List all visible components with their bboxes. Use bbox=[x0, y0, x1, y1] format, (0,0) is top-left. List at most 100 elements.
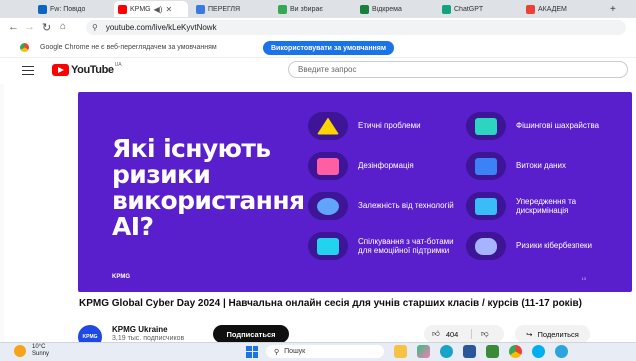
browser-tab-active[interactable]: KPMG ◀) ✕ bbox=[114, 1, 188, 17]
risk-card: Упередження та дискримінація bbox=[466, 192, 616, 220]
risk-label: Етичні проблеми bbox=[358, 121, 421, 131]
chatbot-icon bbox=[308, 232, 348, 260]
menu-icon[interactable] bbox=[22, 66, 34, 78]
chrome-icon bbox=[20, 43, 29, 52]
word-icon[interactable] bbox=[463, 345, 476, 358]
like-button[interactable]: 👍︎ 404 bbox=[424, 329, 472, 339]
skype-icon[interactable] bbox=[532, 345, 545, 358]
youtube-header: YouTube UA Введите запрос bbox=[0, 58, 636, 84]
tab-label: Ви збирає bbox=[290, 5, 323, 13]
region-code: UA bbox=[114, 62, 122, 68]
weather-condition: Sunny bbox=[32, 351, 50, 357]
file-explorer-icon[interactable] bbox=[394, 345, 407, 358]
doc-icon bbox=[196, 4, 205, 14]
browser-tab[interactable]: Fw: Повідо bbox=[34, 1, 112, 17]
risk-label: Спілкування з чат-ботами для емоційної п… bbox=[358, 236, 454, 256]
app-icon[interactable] bbox=[486, 345, 499, 358]
chrome-taskbar-icon[interactable] bbox=[509, 345, 522, 358]
channel-name[interactable]: KPMG Ukraine bbox=[112, 325, 168, 334]
sheets-icon bbox=[360, 4, 369, 14]
default-browser-infobar: Google Chrome не є веб-переглядачем за у… bbox=[0, 38, 636, 58]
forward-icon[interactable]: → bbox=[24, 21, 35, 33]
slide-page-number: 13 bbox=[581, 276, 586, 281]
chatgpt-icon bbox=[442, 4, 451, 14]
home-icon[interactable]: ⌂ bbox=[60, 21, 66, 32]
kpmg-logo: KPMG bbox=[112, 274, 130, 280]
site-info-icon[interactable]: ⚲ bbox=[92, 23, 98, 32]
youtube-icon bbox=[118, 4, 127, 14]
subscriber-count: 3,19 тыс. подписчиков bbox=[112, 335, 185, 342]
browser-tab[interactable]: ПЕРЕГЛЯ bbox=[192, 1, 272, 17]
url-text: youtube.com/live/kLeKyvtNowk bbox=[105, 23, 217, 32]
set-default-button[interactable]: Використовувати за умовчанням bbox=[263, 41, 395, 55]
risk-label: Фішингові шахрайства bbox=[516, 121, 600, 131]
risk-card: Витоки даних bbox=[466, 152, 616, 180]
risk-card: Ризики кібербезпеки bbox=[466, 232, 616, 260]
academy-icon bbox=[526, 4, 535, 14]
infobar-text: Google Chrome не є веб-переглядачем за у… bbox=[40, 44, 217, 51]
data-leak-icon bbox=[466, 152, 506, 180]
share-icon: ↪ bbox=[526, 329, 533, 339]
temperature: 10°C bbox=[32, 344, 46, 350]
video-player[interactable]: Які існують ризики використання AI? Етич… bbox=[78, 92, 632, 292]
edge-icon[interactable] bbox=[440, 345, 453, 358]
dislike-button[interactable]: 👎︎ bbox=[472, 329, 489, 339]
browser-tab[interactable]: АКАДЕМ bbox=[522, 1, 604, 17]
subscribe-button[interactable]: Подписаться bbox=[213, 325, 289, 343]
risk-label: Витоки даних bbox=[516, 161, 567, 171]
warning-icon bbox=[308, 112, 348, 140]
left-edge bbox=[0, 58, 4, 348]
share-label: Поделиться bbox=[537, 329, 579, 339]
risk-card: Фішингові шахрайства bbox=[466, 112, 616, 140]
outlook-icon bbox=[38, 4, 47, 14]
browser-tab[interactable]: Відкрема bbox=[356, 1, 436, 17]
windows-taskbar: 10°C Sunny ⚲ Пошук bbox=[0, 342, 636, 361]
tab-label: ChatGPT bbox=[454, 5, 484, 13]
weather-widget[interactable]: 10°C Sunny bbox=[14, 344, 49, 358]
like-dislike-group: 👍︎ 404 👎︎ bbox=[424, 325, 504, 343]
tab-label: АКАДЕМ bbox=[538, 5, 567, 13]
risk-card: Спілкування з чат-ботами для емоційної п… bbox=[308, 232, 458, 260]
like-count: 404 bbox=[445, 329, 459, 339]
youtube-play-icon bbox=[52, 64, 69, 76]
share-button[interactable]: ↪ Поделиться bbox=[515, 325, 590, 343]
risk-card: Дезінформація bbox=[308, 152, 458, 180]
vr-icon bbox=[466, 232, 506, 260]
search-input[interactable]: Введите запрос bbox=[288, 61, 628, 78]
sun-icon bbox=[14, 345, 26, 357]
address-bar[interactable]: ⚲ youtube.com/live/kLeKyvtNowk bbox=[86, 20, 626, 35]
risk-label: Залежність від технологій bbox=[358, 201, 454, 211]
thumbs-down-icon: 👎︎ bbox=[481, 329, 489, 338]
risk-card: Залежність від технологій bbox=[308, 192, 458, 220]
risk-label: Дезінформація bbox=[358, 161, 414, 171]
browser-tab[interactable]: ChatGPT bbox=[438, 1, 520, 17]
thumbs-up-icon: 👍︎ bbox=[432, 329, 440, 338]
back-icon[interactable]: ← bbox=[8, 21, 19, 33]
copilot-icon[interactable] bbox=[417, 345, 430, 358]
video-title: KPMG Global Cyber Day 2024 | Навчальна о… bbox=[79, 298, 582, 309]
start-icon[interactable] bbox=[246, 345, 258, 358]
youtube-wordmark: YouTube bbox=[71, 64, 114, 76]
search-icon: ⚲ bbox=[274, 348, 280, 356]
tab-label: KPMG bbox=[130, 5, 151, 13]
risk-label: Упередження та дискримінація bbox=[516, 196, 577, 216]
tab-strip: Fw: Повідо KPMG ◀) ✕ ПЕРЕГЛЯ Ви збирає В… bbox=[0, 0, 636, 18]
risk-card: Етичні проблеми bbox=[308, 112, 458, 140]
new-tab-button[interactable]: + bbox=[606, 1, 626, 17]
forms-icon bbox=[278, 4, 287, 14]
reload-icon[interactable]: ↻ bbox=[42, 21, 51, 34]
taskbar-search-input[interactable]: ⚲ Пошук bbox=[266, 345, 384, 358]
video-headline: Які існують ризики використання AI? bbox=[112, 134, 305, 241]
tab-label: Fw: Повідо bbox=[50, 5, 86, 13]
audio-icon[interactable]: ◀) bbox=[154, 5, 163, 14]
youtube-logo[interactable]: YouTube UA bbox=[52, 62, 122, 76]
telegram-icon[interactable] bbox=[555, 345, 568, 358]
browser-toolbar: ← → ↻ ⌂ ⚲ youtube.com/live/kLeKyvtNowk bbox=[0, 18, 636, 38]
eye-icon bbox=[308, 192, 348, 220]
risk-label: Ризики кібербезпеки bbox=[516, 241, 592, 251]
browser-tab[interactable]: Ви збирає bbox=[274, 1, 354, 17]
tab-label: Відкрема bbox=[372, 5, 402, 13]
close-tab-icon[interactable]: ✕ bbox=[165, 5, 172, 14]
phishing-icon bbox=[466, 112, 506, 140]
laptop-icon bbox=[466, 192, 506, 220]
